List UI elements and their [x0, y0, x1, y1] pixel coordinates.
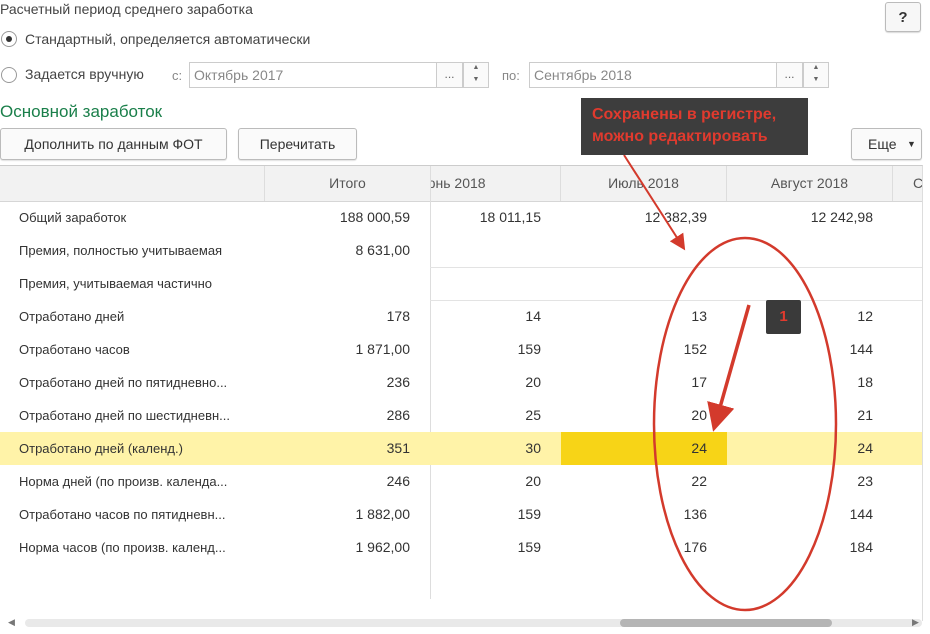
- badge-arrow: [707, 304, 751, 432]
- callout-arrow: [623, 154, 686, 251]
- annotation-badge: 1: [766, 300, 801, 334]
- highlight-ellipse: [652, 236, 838, 612]
- annotation-callout: Сохранены в регистре, можно редактироват…: [581, 98, 808, 155]
